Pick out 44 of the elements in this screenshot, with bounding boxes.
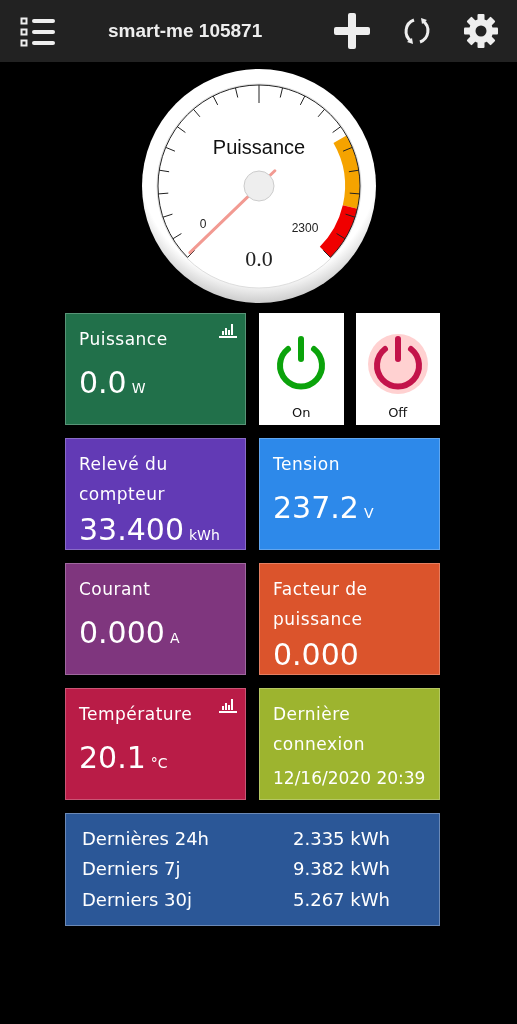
- plus-icon: [333, 12, 371, 50]
- tile-title: Relevé du compteur: [79, 453, 169, 506]
- metric-tile[interactable]: Température 20.1 °C: [65, 688, 246, 800]
- gauge-hub: [243, 170, 274, 202]
- tile-value: 20.1: [79, 741, 146, 775]
- period-label: Derniers 30j: [82, 887, 193, 912]
- tile-unit: V: [363, 505, 374, 521]
- gauge-min-label: 0: [199, 217, 206, 231]
- power-switch-button[interactable]: On: [259, 313, 344, 425]
- gauge-reading: 0.0: [244, 246, 273, 271]
- tile-title: Puissance: [79, 328, 168, 351]
- metric-tile[interactable]: Relevé du compteur 33.400 kWh: [65, 438, 246, 550]
- period-value: 9.382 kWh: [293, 857, 391, 882]
- tile-value: 0.000: [79, 616, 165, 650]
- power-switch-button[interactable]: Off: [355, 313, 440, 425]
- tile-value: 33.400: [79, 513, 184, 547]
- tile-title: Dernière connexion: [273, 703, 366, 756]
- settings-button[interactable]: [463, 13, 499, 49]
- tile-title: Facteur de puissance: [273, 578, 369, 631]
- metric-tile[interactable]: Tension 237.2 V: [259, 438, 440, 550]
- period-value: 2.335 kWh: [293, 827, 391, 851]
- gauge-max-label: 2300: [291, 221, 318, 235]
- tile-unit: W: [131, 380, 146, 396]
- tile-value: 237.2: [273, 491, 359, 525]
- tile-title: Tension: [273, 453, 340, 476]
- gauge-title: Puissance: [212, 136, 305, 158]
- danger-zone-band: [319, 205, 357, 258]
- tile-title: Température: [79, 703, 193, 726]
- tile-value: 12/16/2020 20:39: [273, 767, 426, 789]
- tile-unit: °C: [150, 755, 168, 771]
- period-label: Derniers 7j: [82, 857, 182, 882]
- tile-value: 0.000: [273, 638, 359, 672]
- metric-tile[interactable]: Courant 0.000 A: [65, 563, 246, 675]
- metric-tile[interactable]: Puissance 0.0 W: [65, 313, 246, 425]
- tile-value: 0.0: [79, 366, 127, 400]
- period-label: Dernières 24h: [82, 827, 210, 851]
- settings-icon: [463, 13, 499, 49]
- device-title: smart-me 105871: [108, 20, 264, 42]
- tile-title: Courant: [79, 578, 151, 601]
- add-button[interactable]: [333, 12, 371, 50]
- tile-unit: A: [169, 630, 180, 646]
- period-value: 5.267 kWh: [293, 887, 391, 912]
- metric-tile[interactable]: Facteur de puissance 0.000: [259, 563, 440, 675]
- tile-unit: kWh: [189, 527, 220, 543]
